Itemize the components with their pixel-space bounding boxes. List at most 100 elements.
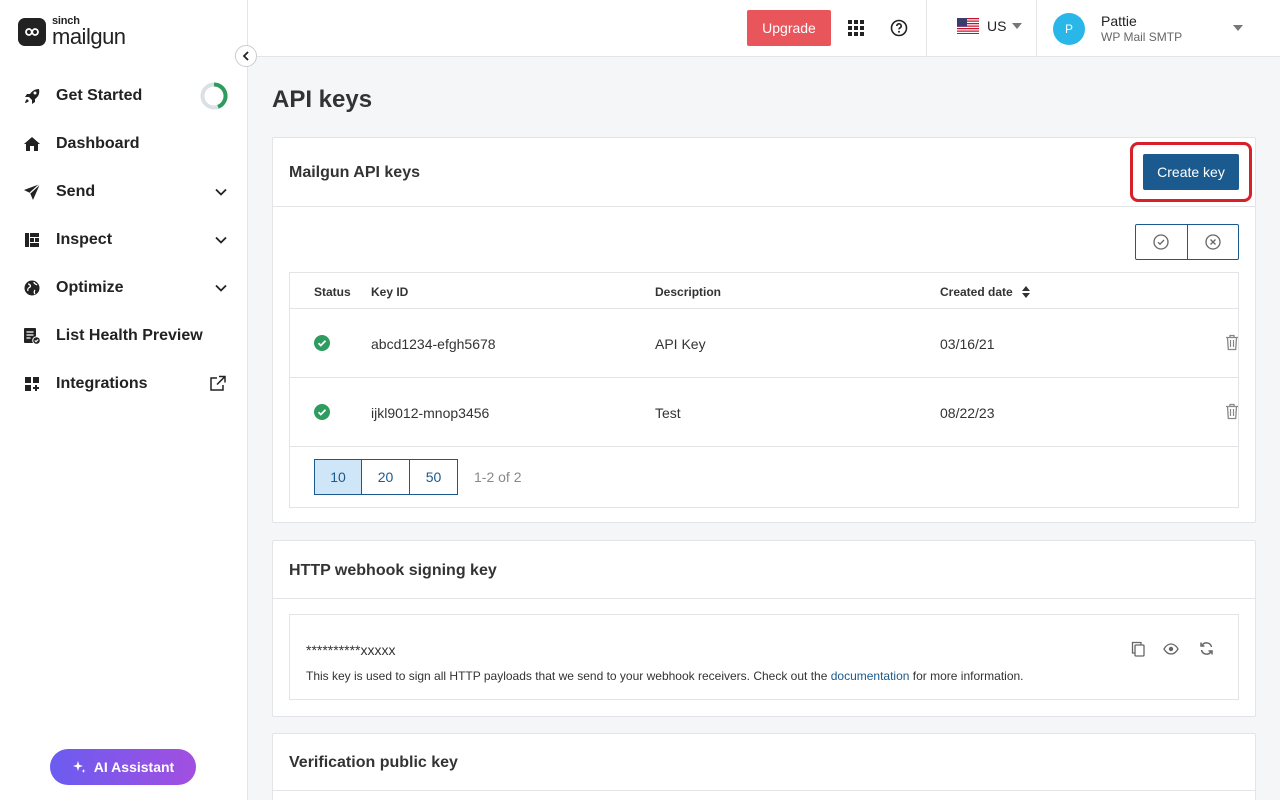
progress-ring-icon	[200, 82, 228, 110]
home-icon	[22, 134, 42, 154]
description-text: for more information.	[909, 669, 1024, 683]
caret-down-icon	[1233, 25, 1243, 31]
sidebar-item-get-started[interactable]: Get Started	[0, 72, 247, 120]
table-row: ijkl9012-mnop3456 Test 08/22/23	[290, 378, 1238, 447]
webhook-key-value: **********xxxxx	[306, 642, 396, 658]
page-size-20-button[interactable]: 20	[362, 459, 410, 495]
sidebar-item-send[interactable]: Send	[0, 168, 247, 216]
apps-grid-icon[interactable]	[847, 19, 865, 37]
sidebar-item-label: Inspect	[56, 231, 113, 248]
page-size-10-button[interactable]: 10	[314, 459, 362, 495]
chevron-left-icon	[242, 51, 250, 61]
region-label: US	[987, 18, 1007, 34]
sidebar-item-list-health-preview[interactable]: List Health Preview	[0, 312, 247, 360]
sidebar-item-label: Get Started	[56, 87, 143, 104]
webhook-key-description: This key is used to sign all HTTP payloa…	[306, 669, 1024, 683]
refresh-icon[interactable]	[1199, 641, 1214, 656]
chevron-down-icon	[215, 188, 227, 196]
paper-plane-icon	[22, 182, 42, 202]
api-keys-table: Status Key ID Description Created date a…	[289, 272, 1239, 508]
region-selector[interactable]: US	[957, 18, 1023, 34]
sparkle-icon	[72, 760, 94, 774]
avatar: P	[1053, 13, 1085, 45]
us-flag-icon	[957, 18, 979, 34]
status-active-icon	[314, 404, 330, 420]
sidebar-item-integrations[interactable]: Integrations	[0, 360, 247, 408]
webhook-signing-key-card: HTTP webhook signing key **********xxxxx…	[272, 540, 1256, 717]
documentation-link[interactable]: documentation	[831, 669, 910, 683]
card-title: HTTP webhook signing key	[289, 562, 497, 579]
page-title: API keys	[272, 86, 373, 113]
description-cell: Test	[655, 405, 681, 421]
api-keys-card: Mailgun API keys Create key Status Key I…	[272, 137, 1256, 523]
sidebar-item-label: Integrations	[56, 375, 148, 392]
column-header-status: Status	[314, 285, 351, 299]
mailgun-logo-icon	[18, 18, 46, 46]
status-active-icon	[314, 335, 330, 351]
trash-icon[interactable]	[1225, 403, 1239, 420]
created-date-cell: 03/16/21	[940, 336, 995, 352]
card-divider	[273, 598, 1255, 599]
header-divider	[1036, 0, 1037, 57]
trash-icon[interactable]	[1225, 334, 1239, 351]
description-cell: API Key	[655, 336, 706, 352]
column-header-created-date[interactable]: Created date	[940, 285, 1030, 299]
external-link-icon	[209, 375, 227, 393]
create-key-button[interactable]: Create key	[1143, 154, 1239, 190]
mailgun-logo[interactable]: sinch mailgun	[18, 16, 126, 48]
upgrade-button[interactable]: Upgrade	[747, 10, 831, 46]
sidebar-item-label: Dashboard	[56, 135, 140, 152]
deactivate-selected-button[interactable]	[1186, 225, 1238, 259]
sort-icon	[1021, 286, 1030, 298]
user-org: WP Mail SMTP	[1101, 30, 1183, 45]
webhook-key-box: **********xxxxx This key is used to sign…	[289, 614, 1239, 700]
apps-plus-icon	[22, 374, 42, 394]
check-circle-icon	[1153, 234, 1170, 250]
globe-icon	[22, 278, 42, 298]
key-id-cell: abcd1234-efgh5678	[371, 336, 496, 352]
sidebar-nav: Get Started Dashboard Send Inspect Optim…	[0, 72, 247, 408]
grid-report-icon	[22, 230, 42, 250]
bulk-actions	[1135, 224, 1239, 260]
sidebar: sinch mailgun Get Started Dashboard Send	[0, 0, 248, 800]
page-size-50-button[interactable]: 50	[410, 459, 458, 495]
column-header-description: Description	[655, 285, 722, 299]
eye-icon[interactable]	[1163, 643, 1179, 655]
user-menu[interactable]: P Pattie WP Mail SMTP	[1053, 12, 1243, 46]
description-text: This key is used to sign all HTTP payloa…	[306, 669, 831, 683]
top-header: Upgrade US P Pattie WP Mail SMTP	[248, 0, 1280, 57]
card-divider	[273, 790, 1255, 791]
created-date-cell: 08/22/23	[940, 405, 995, 421]
help-icon[interactable]	[890, 19, 908, 37]
sidebar-item-label: Send	[56, 183, 96, 200]
column-header-key-id: Key ID	[371, 285, 409, 299]
key-id-cell: ijkl9012-mnop3456	[371, 405, 490, 421]
card-title: Verification public key	[289, 754, 458, 771]
caret-down-icon	[1012, 23, 1023, 29]
sidebar-item-label: List Health Preview	[56, 327, 203, 344]
activate-selected-button[interactable]	[1136, 225, 1187, 259]
logo-name-text: mailgun	[52, 24, 126, 49]
card-divider	[273, 206, 1255, 207]
ai-assistant-button[interactable]: AI Assistant	[50, 749, 196, 785]
column-header-label: Created date	[940, 285, 1013, 299]
table-row: abcd1234-efgh5678 API Key 03/16/21	[290, 309, 1238, 378]
sidebar-item-dashboard[interactable]: Dashboard	[0, 120, 247, 168]
sidebar-item-inspect[interactable]: Inspect	[0, 216, 247, 264]
copy-icon[interactable]	[1131, 641, 1145, 657]
card-title: Mailgun API keys	[289, 164, 420, 181]
sidebar-item-label: Optimize	[56, 279, 124, 296]
chevron-down-icon	[215, 236, 227, 244]
verification-public-key-card: Verification public key	[272, 733, 1256, 800]
header-divider	[926, 0, 927, 57]
list-check-icon	[22, 326, 42, 346]
rocket-icon	[22, 86, 42, 106]
pagination-count: 1-2 of 2	[474, 469, 522, 485]
table-header: Status Key ID Description Created date	[290, 273, 1238, 309]
ai-assistant-label: AI Assistant	[93, 759, 175, 775]
sidebar-item-optimize[interactable]: Optimize	[0, 264, 247, 312]
x-circle-icon	[1205, 234, 1221, 250]
user-name: Pattie	[1101, 12, 1137, 29]
page-size-selector: 10 20 50	[314, 459, 458, 495]
collapse-sidebar-button[interactable]	[235, 45, 257, 67]
